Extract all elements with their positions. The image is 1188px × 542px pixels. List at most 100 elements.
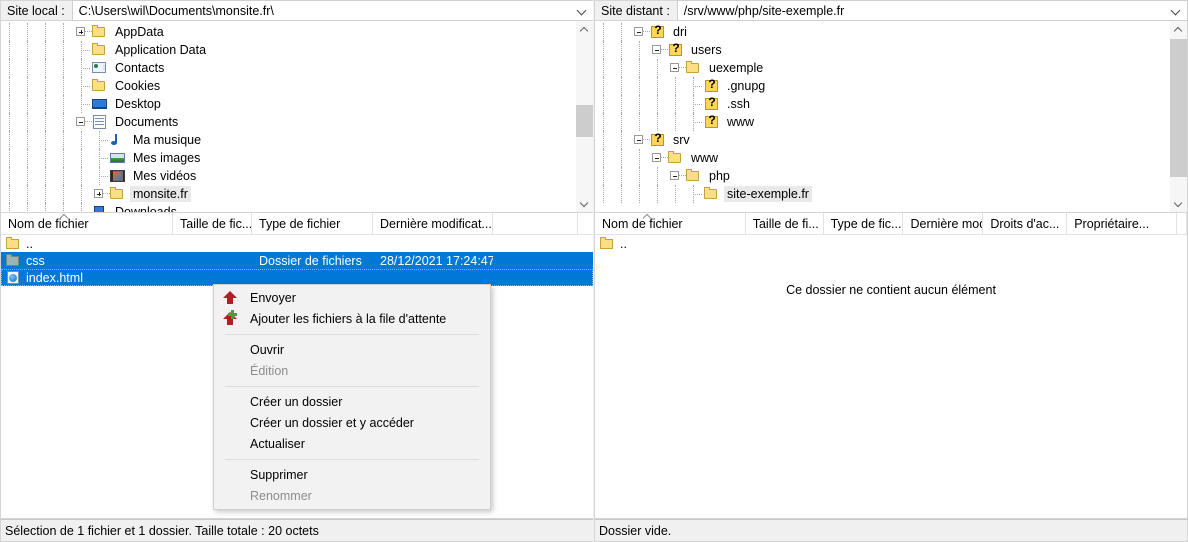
menu-item-cr-er-un-dossier-et-y-acc-der[interactable]: Créer un dossier et y accéder bbox=[214, 412, 490, 433]
menu-item-actualiser[interactable]: Actualiser bbox=[214, 433, 490, 454]
table-row[interactable]: .. bbox=[1, 235, 593, 252]
tree-item-monsite-fr[interactable]: monsite.fr bbox=[1, 185, 575, 203]
tree-item-label: AppData bbox=[115, 25, 164, 39]
scrollbar-thumb[interactable] bbox=[1170, 39, 1187, 177]
tree-guide bbox=[37, 77, 55, 95]
tree-expander-minus-icon[interactable] bbox=[667, 59, 686, 77]
remote-tree-scrollbar[interactable] bbox=[1169, 21, 1187, 212]
local-path-combobox[interactable]: C:\Users\wil\Documents\monsite.fr\ bbox=[71, 0, 594, 21]
qfolder-icon bbox=[703, 95, 720, 112]
tree-expander-plus-icon[interactable] bbox=[91, 185, 110, 203]
pics-icon bbox=[109, 150, 126, 166]
tree-expander-minus-icon[interactable] bbox=[631, 131, 650, 149]
tree-item-ma-musique[interactable]: Ma musique bbox=[1, 131, 575, 149]
contacts-icon bbox=[91, 60, 108, 76]
tree-item-downloads[interactable]: Downloads bbox=[1, 203, 575, 212]
tree-guide bbox=[19, 203, 37, 212]
scroll-down-icon[interactable] bbox=[1170, 195, 1187, 212]
menu-item-envoyer[interactable]: Envoyer bbox=[214, 287, 490, 308]
folder-icon bbox=[685, 60, 702, 76]
column-header-blank[interactable] bbox=[493, 213, 578, 234]
menu-item-label: Ajouter les fichiers à la file d'attente bbox=[250, 311, 447, 326]
tree-item-site-exemple-fr[interactable]: site-exemple.fr bbox=[595, 185, 1169, 203]
tree-expander-minus-icon[interactable] bbox=[631, 23, 650, 41]
scroll-down-icon[interactable] bbox=[576, 195, 593, 212]
tree-expander-minus-icon[interactable] bbox=[649, 41, 668, 59]
local-tree-scrollbar[interactable] bbox=[575, 21, 593, 212]
remote-status-bar: Dossier vide. bbox=[594, 519, 1188, 542]
tree-item-mes-images[interactable]: Mes images bbox=[1, 149, 575, 167]
column-header-propri-taire-[interactable]: Propriétaire... bbox=[1067, 213, 1177, 234]
menu-icon-slot bbox=[214, 433, 248, 454]
column-header-derni-re-modif-[interactable]: Dernière modif... bbox=[903, 213, 984, 234]
chevron-down-icon[interactable] bbox=[571, 1, 593, 20]
tree-guide bbox=[19, 95, 37, 113]
tree-item--gnupg[interactable]: .gnupg bbox=[595, 77, 1169, 95]
table-row[interactable]: css Dossier de fichiers 28/12/2021 17:24:4… bbox=[1, 252, 593, 269]
chevron-down-icon[interactable] bbox=[1165, 1, 1187, 20]
tree-item-application-data[interactable]: Application Data bbox=[1, 41, 575, 59]
tree-item-mes-vid-os[interactable]: Mes vidéos bbox=[1, 167, 575, 185]
remote-path-value[interactable]: /srv/www/php/site-exemple.fr bbox=[678, 4, 1165, 18]
tree-item-contacts[interactable]: Contacts bbox=[1, 59, 575, 77]
column-header-nom-de-fichier[interactable]: Nom de fichier bbox=[595, 213, 746, 234]
tree-expander-minus-icon[interactable] bbox=[667, 167, 686, 185]
local-context-menu[interactable]: Envoyer Ajouter les fichiers à la file d'… bbox=[213, 284, 491, 510]
remote-directory-tree[interactable]: driusersuexemple.gnupg.sshwwwsrvwwwphpsi… bbox=[595, 21, 1169, 212]
tree-item-www[interactable]: www bbox=[595, 149, 1169, 167]
upload-arrow-icon bbox=[214, 287, 248, 308]
remote-list-header[interactable]: Nom de fichier Taille de fi... Type de fic… bbox=[595, 213, 1187, 235]
tree-item--ssh[interactable]: .ssh bbox=[595, 95, 1169, 113]
tree-item-uexemple[interactable]: uexemple bbox=[595, 59, 1169, 77]
tree-expander-minus-icon[interactable] bbox=[73, 113, 92, 131]
tree-item-www[interactable]: www bbox=[595, 113, 1169, 131]
local-path-value[interactable]: C:\Users\wil\Documents\monsite.fr\ bbox=[73, 4, 571, 18]
filename-text: css bbox=[26, 253, 45, 268]
remote-file-list[interactable]: Ce dossier ne contient aucun élément .. bbox=[595, 235, 1187, 518]
column-header-taille-de-fi-[interactable]: Taille de fi... bbox=[746, 213, 824, 234]
menu-item-ouvrir[interactable]: Ouvrir bbox=[214, 339, 490, 360]
tree-item-php[interactable]: php bbox=[595, 167, 1169, 185]
tree-expander-plus-icon[interactable] bbox=[73, 23, 92, 41]
scroll-up-icon[interactable] bbox=[1170, 21, 1187, 38]
column-header-derni-re-modificat-[interactable]: Dernière modificat... bbox=[373, 213, 493, 234]
local-site-label: Site local : bbox=[0, 0, 72, 21]
table-row[interactable]: .. bbox=[595, 235, 1187, 252]
tree-guide bbox=[37, 149, 55, 167]
tree-item-dri[interactable]: dri bbox=[595, 23, 1169, 41]
tree-guide bbox=[595, 113, 613, 131]
tree-item-documents[interactable]: Documents bbox=[1, 113, 575, 131]
column-header-type-de-fic-[interactable]: Type de fic... bbox=[824, 213, 904, 234]
scrollbar-thumb[interactable] bbox=[576, 105, 593, 137]
tree-item-cookies[interactable]: Cookies bbox=[1, 77, 575, 95]
greyfolder-icon bbox=[5, 253, 22, 268]
column-header-droits-d-ac-[interactable]: Droits d'ac... bbox=[983, 213, 1068, 234]
menu-item-ajouter-les-fichiers-la-file-d-attente[interactable]: Ajouter les fichiers à la file d'attente bbox=[214, 308, 490, 329]
tree-guide bbox=[649, 95, 667, 113]
local-directory-tree[interactable]: AppData Application Data Contacts Cookies De… bbox=[1, 21, 575, 212]
tree-guide bbox=[631, 167, 649, 185]
tree-guide bbox=[595, 149, 613, 167]
tree-item-desktop[interactable]: Desktop bbox=[1, 95, 575, 113]
local-list-header[interactable]: Nom de fichier Taille de fic... Type de fi… bbox=[1, 213, 593, 235]
tree-item-label: site-exemple.fr bbox=[724, 186, 812, 202]
column-header-blank[interactable] bbox=[1177, 213, 1187, 234]
qfolder-icon bbox=[649, 131, 666, 148]
tree-item-srv[interactable]: srv bbox=[595, 131, 1169, 149]
menu-item-cr-er-un-dossier[interactable]: Créer un dossier bbox=[214, 391, 490, 412]
tree-item-label: Ma musique bbox=[133, 133, 202, 147]
remote-tree-panel: driusersuexemple.gnupg.sshwwwsrvwwwphpsi… bbox=[594, 21, 1188, 213]
tree-item-users[interactable]: users bbox=[595, 41, 1169, 59]
qfolder-icon bbox=[649, 23, 666, 40]
column-header-taille-de-fic-[interactable]: Taille de fic... bbox=[173, 213, 252, 234]
tree-expander-minus-icon[interactable] bbox=[649, 149, 668, 167]
tree-item-appdata[interactable]: AppData bbox=[1, 23, 575, 41]
scroll-up-icon[interactable] bbox=[576, 21, 593, 38]
folder-icon bbox=[109, 186, 126, 202]
column-header-label: Droits d'ac... bbox=[990, 216, 1060, 231]
menu-item-supprimer[interactable]: Supprimer bbox=[214, 464, 490, 485]
tree-guide bbox=[73, 185, 91, 203]
column-header-nom-de-fichier[interactable]: Nom de fichier bbox=[1, 213, 173, 234]
remote-path-combobox[interactable]: /srv/www/php/site-exemple.fr bbox=[676, 0, 1188, 21]
column-header-type-de-fichier[interactable]: Type de fichier bbox=[252, 213, 373, 234]
